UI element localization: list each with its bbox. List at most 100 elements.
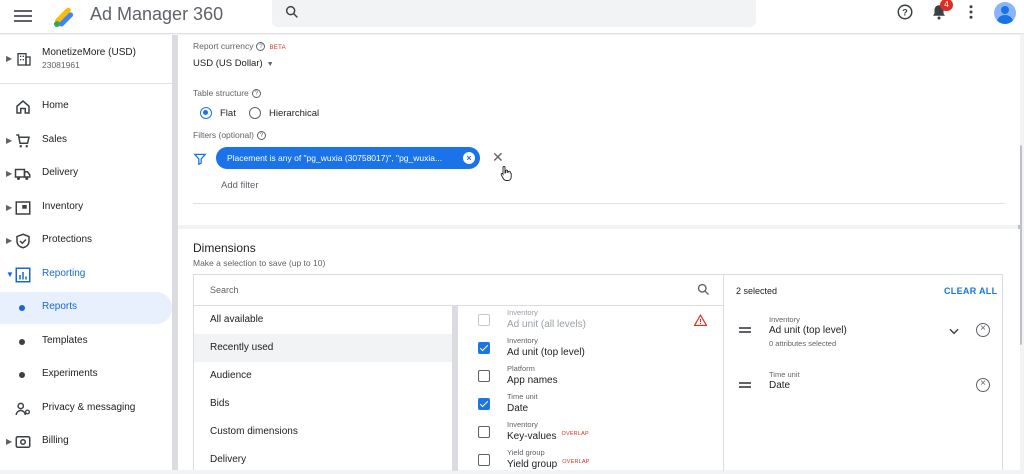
- selected-dimension-item[interactable]: Inventory Ad unit (top level) 0 attribut…: [724, 315, 1004, 355]
- bar-chart-icon: [15, 267, 31, 283]
- placement-filter-chip[interactable]: Placement is any of "pg_wuxia (30758017)…: [216, 147, 480, 169]
- remove-filter-icon[interactable]: ×: [463, 152, 475, 164]
- network-switcher[interactable]: ▶ MonetizeMore (USD) 23081961: [0, 43, 172, 77]
- category-all-available[interactable]: All available: [194, 306, 452, 334]
- building-icon: [17, 52, 31, 66]
- help-icon[interactable]: ?: [896, 3, 914, 21]
- nav-label: Inventory: [42, 201, 84, 212]
- notification-count-badge: 4: [940, 0, 953, 11]
- remove-dimension-icon[interactable]: ×: [976, 323, 990, 337]
- drag-handle-icon[interactable]: [739, 382, 751, 390]
- nav-protections[interactable]: ▶ Protections: [0, 225, 172, 257]
- global-search-box[interactable]: [272, 0, 756, 27]
- inventory-icon: [15, 201, 31, 215]
- shopping-cart-icon: [16, 134, 30, 148]
- clear-all-button[interactable]: CLEAR ALL: [944, 286, 997, 296]
- selected-dimension-item[interactable]: Time unit Date ×: [724, 370, 1004, 410]
- search-placeholder: Search: [210, 285, 239, 295]
- nav-home[interactable]: Home: [0, 91, 172, 123]
- main-menu-button[interactable]: [14, 7, 32, 25]
- nav-experiments[interactable]: Experiments: [0, 359, 172, 391]
- drag-handle-icon[interactable]: [739, 327, 751, 335]
- category-audience[interactable]: Audience: [194, 362, 452, 390]
- dimension-checkbox[interactable]: [478, 426, 490, 438]
- nav-label: Protections: [42, 234, 93, 245]
- dimension-checkbox[interactable]: [478, 454, 490, 466]
- dimension-category: Inventory: [507, 336, 538, 345]
- nav-delivery[interactable]: ▶ Delivery: [0, 158, 172, 190]
- expand-caret-icon: ▶: [6, 437, 13, 446]
- chevron-down-icon[interactable]: [947, 324, 961, 338]
- dimension-checkbox[interactable]: [478, 370, 490, 382]
- dimension-option[interactable]: Inventory Ad unit (top level): [464, 334, 720, 362]
- nav-label: Reporting: [42, 268, 86, 279]
- nav-templates[interactable]: Templates: [0, 326, 172, 358]
- dimension-picker: Search All available Recently used Audie…: [193, 274, 1004, 471]
- ad-manager-logo: [54, 7, 74, 27]
- dimension-category: Yield group: [507, 448, 545, 457]
- nav-inventory[interactable]: ▶ Inventory: [0, 192, 172, 224]
- dimension-name: Key-values: [507, 431, 557, 442]
- nav-label: Delivery: [42, 167, 79, 178]
- selected-dimension-category: Time unit: [769, 370, 800, 379]
- expand-caret-icon: ▶: [6, 169, 13, 178]
- person-settings-icon: [15, 402, 31, 416]
- hierarchical-radio[interactable]: [249, 107, 261, 119]
- dimension-option[interactable]: Platform App names: [464, 362, 720, 390]
- dimensions-subtitle: Make a selection to save (up to 10): [193, 258, 326, 268]
- dimensions-card: Dimensions Make a selection to save (up …: [178, 229, 1020, 471]
- nav-billing[interactable]: ▶ Billing: [0, 426, 172, 458]
- dimension-name: Ad unit (top level): [507, 347, 585, 358]
- category-custom-dimensions[interactable]: Custom dimensions: [194, 418, 452, 446]
- dimension-search-input[interactable]: Search: [194, 275, 723, 306]
- nav-label: Home: [42, 100, 69, 111]
- dimension-option[interactable]: Inventory Key-values OVERLAP: [464, 418, 720, 446]
- report-settings-card: Report currency? BETA USD (US Dollar) ▼ Ta…: [178, 35, 1020, 225]
- dimension-name: Date: [507, 403, 529, 414]
- help-circle-icon[interactable]: ?: [256, 131, 266, 141]
- selected-dimension-name: Date: [769, 380, 791, 391]
- category-bids[interactable]: Bids: [194, 390, 452, 418]
- bullet-icon: [19, 339, 25, 345]
- dimension-checkbox[interactable]: [478, 398, 490, 410]
- account-avatar[interactable]: [994, 2, 1016, 24]
- nav-privacy-messaging[interactable]: Privacy & messaging: [0, 393, 172, 425]
- network-name: MonetizeMore (USD): [42, 47, 136, 58]
- divider: [0, 83, 172, 84]
- dimension-category: Inventory: [507, 420, 538, 429]
- dimensions-title: Dimensions: [193, 241, 256, 255]
- nav-reporting[interactable]: ▼ Reporting: [0, 259, 172, 291]
- warning-icon[interactable]: [694, 314, 707, 326]
- dimension-name-row: Yield group OVERLAP: [507, 459, 590, 470]
- app-title: Ad Manager 360: [90, 4, 224, 24]
- nav-sales[interactable]: ▶ Sales: [0, 125, 172, 157]
- dimension-option: Inventory Ad unit (all levels): [464, 306, 720, 334]
- add-filter-link[interactable]: Add filter: [221, 180, 259, 191]
- search-icon[interactable]: [696, 282, 711, 297]
- home-icon: [16, 100, 30, 114]
- search-icon: [285, 5, 298, 18]
- selected-dimension-name: Ad unit (top level): [769, 325, 847, 336]
- dimension-option[interactable]: Time unit Date: [464, 390, 720, 418]
- nav-label: Experiments: [42, 368, 98, 379]
- more-vertical-icon[interactable]: [962, 3, 980, 21]
- expand-caret-icon: ▶: [6, 236, 13, 245]
- category-recently-used[interactable]: Recently used: [194, 334, 452, 362]
- nav-label: Templates: [42, 335, 88, 346]
- svg-text:?: ?: [902, 7, 908, 17]
- help-circle-icon[interactable]: ?: [256, 42, 266, 52]
- clear-filters-close-icon[interactable]: ✕: [492, 149, 504, 166]
- currency-select[interactable]: USD (US Dollar) ▼: [193, 58, 274, 69]
- currency-value: USD (US Dollar): [193, 58, 263, 69]
- table-structure-label-text: Table structure: [193, 88, 249, 98]
- help-circle-icon[interactable]: ?: [251, 89, 261, 99]
- filter-chip-text: Placement is any of "pg_wuxia (30758017)…: [227, 153, 443, 163]
- nav-label: Reports: [42, 301, 78, 312]
- nav-reports[interactable]: Reports: [0, 292, 172, 324]
- dimension-checkbox[interactable]: [478, 342, 490, 354]
- network-id: 23081961: [42, 60, 80, 70]
- category-list-scrollbar[interactable]: [452, 306, 458, 471]
- dimension-category: Time unit: [507, 392, 538, 401]
- flat-radio[interactable]: [200, 107, 212, 119]
- remove-dimension-icon[interactable]: ×: [976, 378, 990, 392]
